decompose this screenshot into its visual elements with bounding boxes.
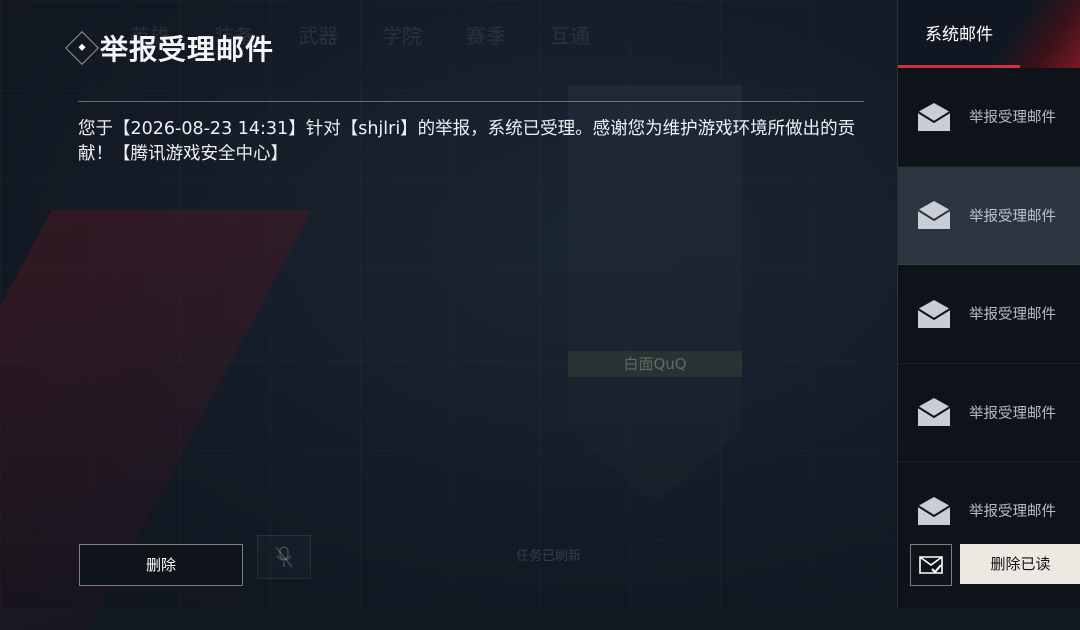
mail-list-item[interactable]: 举报受理邮件 xyxy=(898,364,1080,462)
delete-button[interactable]: 删除 xyxy=(79,544,243,586)
sidebar-footer: 删除已读 xyxy=(898,532,1080,608)
mail-item-label: 举报受理邮件 xyxy=(969,307,1056,324)
mail-list-item[interactable]: 举报受理邮件 xyxy=(898,265,1080,364)
mark-all-read-button[interactable] xyxy=(910,544,952,586)
mail-item-label: 举报受理邮件 xyxy=(969,208,1056,225)
delete-read-button[interactable]: 删除已读 xyxy=(960,544,1080,584)
mail-title: 举报受理邮件 xyxy=(100,33,275,66)
envelope-icon xyxy=(917,496,951,525)
mail-item-label: 举报受理邮件 xyxy=(969,504,1056,521)
background-tab: 赛季 xyxy=(466,24,506,48)
envelope-check-icon xyxy=(919,556,943,574)
envelope-icon xyxy=(917,201,951,230)
microphone-button xyxy=(257,535,311,579)
background-task-status: 任务已刷新 xyxy=(516,549,582,564)
mail-item-label: 举报受理邮件 xyxy=(969,405,1056,422)
background-tab: 武器 xyxy=(298,24,338,48)
background-tab: 互通 xyxy=(550,24,590,48)
microphone-muted-icon xyxy=(275,546,293,568)
title-divider xyxy=(78,101,864,102)
mail-sidebar: 系统邮件 举报受理邮件 举报受理邮件 举报受理邮件 举报受理邮件 举报受理邮件 … xyxy=(897,0,1080,608)
envelope-icon xyxy=(917,398,951,427)
sidebar-header: 系统邮件 xyxy=(898,0,1080,68)
diamond-icon xyxy=(65,31,99,65)
mail-body: 您于【2026-08-23 14:31】针对【shjlri】的举报，系统已受理。… xyxy=(78,119,856,164)
envelope-icon xyxy=(917,102,951,131)
mail-item-label: 举报受理邮件 xyxy=(969,110,1056,127)
background-tab: 学院 xyxy=(382,24,422,48)
tab-system-mail[interactable]: 系统邮件 xyxy=(898,0,1020,68)
mail-list-item-selected[interactable]: 举报受理邮件 xyxy=(898,166,1080,265)
mail-header: 举报受理邮件 xyxy=(65,28,275,68)
mail-list: 举报受理邮件 举报受理邮件 举报受理邮件 举报受理邮件 举报受理邮件 xyxy=(898,68,1080,561)
background-player-name: 白面QuQ xyxy=(568,351,742,377)
mail-list-item[interactable]: 举报受理邮件 xyxy=(898,68,1080,167)
envelope-icon xyxy=(917,299,951,328)
